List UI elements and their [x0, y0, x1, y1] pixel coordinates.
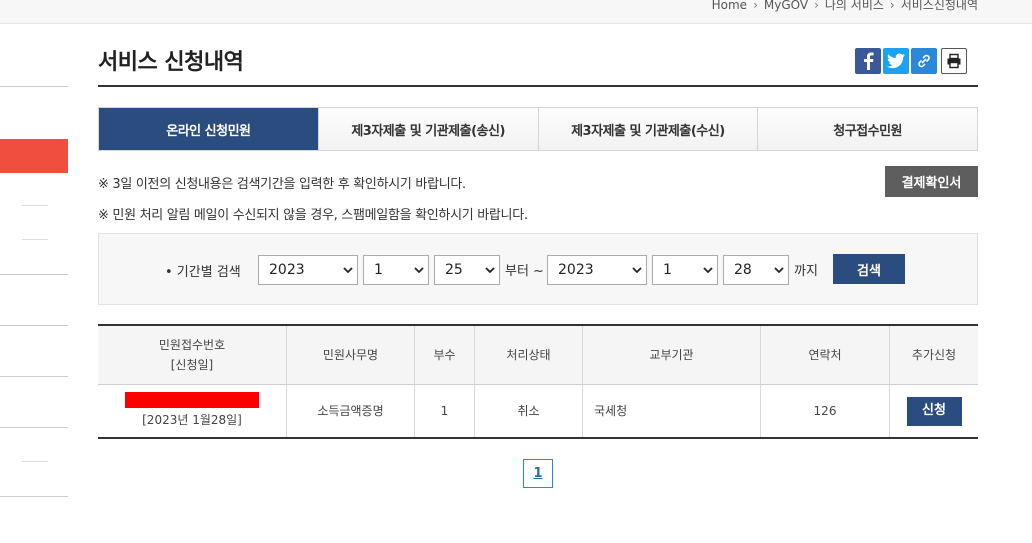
copies-cell: 1: [414, 385, 474, 437]
table-row: [2023년 1월28일] 소득금액증명 1 취소 국세청 126 신청: [98, 385, 978, 437]
sidebar-divider: [22, 461, 48, 462]
header-contact: 연락처: [760, 326, 889, 384]
sidebar-divider: [0, 376, 68, 377]
to-suffix: 까지: [794, 264, 818, 279]
service-name-cell: 소득금액증명: [286, 385, 414, 437]
to-day-select[interactable]: 28: [723, 255, 789, 285]
payment-confirmation-button[interactable]: 결제확인서: [885, 166, 978, 197]
header-application-date-label: [신청일]: [170, 358, 214, 372]
print-icon[interactable]: [941, 48, 967, 74]
from-year-value: 2023: [269, 262, 305, 278]
tab-third-party-sent[interactable]: 제3자제출 및 기관제출(송신): [317, 108, 538, 150]
breadcrumb-my-services[interactable]: 나의 서비스: [825, 0, 884, 12]
tab-bar: 온라인 신청민원 제3자제출 및 기관제출(송신) 제3자제출 및 기관제출(수…: [98, 107, 978, 151]
sidebar-divider: [22, 239, 48, 240]
breadcrumb: Home › MyGOV › 나의 서비스 › 서비스신청내역: [712, 0, 978, 12]
agency-cell: 국세청: [582, 385, 760, 437]
header-receipt-number-label: 민원접수번호: [158, 338, 226, 352]
link-icon[interactable]: [911, 48, 937, 74]
breadcrumb-current[interactable]: 서비스신청내역: [901, 0, 978, 12]
apply-button[interactable]: 신청: [906, 396, 962, 426]
breadcrumb-home[interactable]: Home: [712, 0, 747, 12]
chevron-down-icon: [414, 267, 424, 274]
chevron-down-icon: [703, 267, 713, 274]
to-year-value: 2023: [558, 262, 594, 278]
chevron-down-icon: [485, 267, 495, 274]
sidebar-divider: [0, 274, 68, 275]
tab-claim-applications[interactable]: 청구접수민원: [757, 108, 977, 150]
header-agency: 교부기관: [582, 326, 760, 384]
from-month-value: 1: [374, 262, 383, 278]
chevron-right-icon: ›: [889, 0, 895, 12]
notice-spam-mail: ※ 민원 처리 알림 메일이 수신되지 않을 경우, 스팸메일함을 확인하시기 …: [98, 208, 528, 223]
sidebar-divider: [22, 205, 48, 206]
from-suffix: 부터 ~: [505, 264, 544, 279]
sidebar-divider: [0, 86, 68, 87]
additional-cell: 신청: [889, 385, 978, 437]
search-panel: • 기간별 검색 2023 1 25 부터 ~ 2023 1 28 까지 검색: [98, 233, 978, 305]
chevron-down-icon: [632, 267, 642, 274]
status-cell: 취소: [474, 385, 582, 437]
sidebar-item-active[interactable]: [0, 139, 68, 173]
sidebar-divider: [0, 325, 68, 326]
from-day-value: 25: [445, 262, 463, 278]
contact-cell: 126: [760, 385, 889, 437]
from-month-select[interactable]: 1: [363, 255, 429, 285]
from-day-select[interactable]: 25: [434, 255, 500, 285]
pagination-page-1[interactable]: 1: [523, 459, 553, 488]
application-date: [2023년 1월28일]: [142, 413, 242, 427]
sidebar-divider: [0, 427, 68, 428]
redacted-receipt-number: [125, 392, 259, 408]
top-utility-bar: Home › MyGOV › 나의 서비스 › 서비스신청내역: [0, 0, 1032, 24]
from-year-select[interactable]: 2023: [258, 255, 358, 285]
page-title: 서비스 신청내역: [98, 50, 244, 75]
search-button[interactable]: 검색: [833, 254, 905, 284]
sidebar-divider: [0, 496, 68, 497]
to-day-value: 28: [734, 262, 752, 278]
facebook-icon[interactable]: [855, 48, 881, 74]
share-toolbar: [855, 48, 967, 74]
chevron-down-icon: [774, 267, 784, 274]
chevron-down-icon: [343, 267, 353, 274]
to-month-value: 1: [663, 262, 672, 278]
to-month-select[interactable]: 1: [652, 255, 718, 285]
twitter-icon[interactable]: [883, 48, 909, 74]
chevron-right-icon: ›: [814, 0, 819, 12]
notice-search-period: ※ 3일 이전의 신청내용은 검색기간을 입력한 후 확인하시기 바랍니다.: [98, 177, 466, 192]
sidebar: [0, 24, 68, 543]
search-period-label: • 기간별 검색: [165, 265, 241, 280]
breadcrumb-mygov[interactable]: MyGOV: [764, 0, 808, 12]
header-additional: 추가신청: [889, 326, 978, 384]
header-receipt-number: 민원접수번호 [신청일]: [98, 326, 286, 384]
header-status: 처리상태: [474, 326, 582, 384]
chevron-right-icon: ›: [753, 0, 758, 12]
tab-online-applications[interactable]: 온라인 신청민원: [99, 108, 318, 150]
table-header: 민원접수번호 [신청일] 민원사무명 부수 처리상태 교부기관 연락처 추가신청: [98, 326, 978, 385]
receipt-number-cell: [2023년 1월28일]: [98, 385, 286, 437]
title-divider: [98, 85, 978, 87]
to-year-select[interactable]: 2023: [547, 255, 647, 285]
header-copies: 부수: [414, 326, 474, 384]
tab-third-party-received[interactable]: 제3자제출 및 기관제출(수신): [537, 108, 758, 150]
header-service-name: 민원사무명: [286, 326, 414, 384]
applications-table: 민원접수번호 [신청일] 민원사무명 부수 처리상태 교부기관 연락처 추가신청…: [98, 324, 978, 439]
